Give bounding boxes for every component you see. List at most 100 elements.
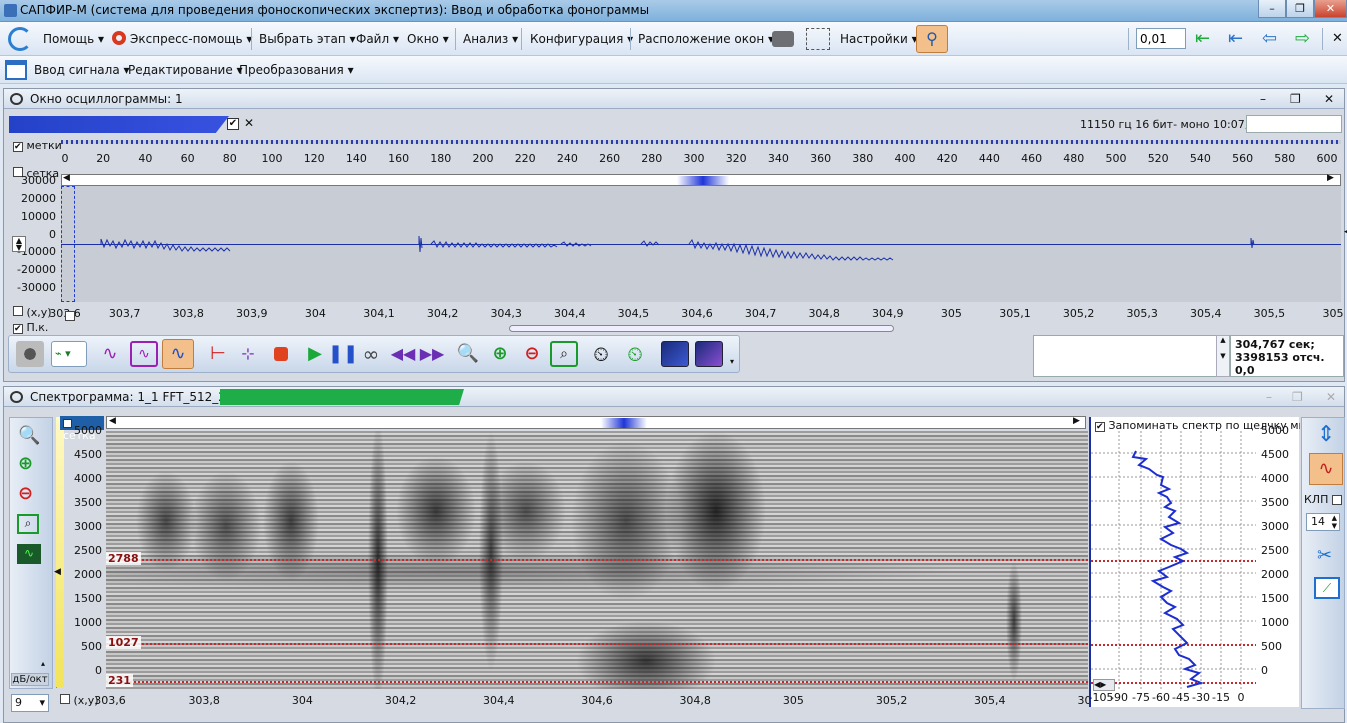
channel-checkbox[interactable]: ✔: [227, 118, 239, 130]
step-left-icon[interactable]: ⇦: [1262, 28, 1277, 49]
osc-close-icon[interactable]: ✕: [1324, 89, 1334, 109]
zoom-select-icon[interactable]: ⌕: [550, 341, 578, 367]
menu-file[interactable]: Файл ▾: [356, 32, 399, 46]
spec-close-icon[interactable]: ✕: [1326, 387, 1336, 407]
menu-analysis[interactable]: Анализ ▾: [463, 32, 518, 46]
vertical-arrows-icon[interactable]: ⇕: [1317, 422, 1335, 447]
close-toolbar-icon[interactable]: ✕: [1332, 31, 1343, 46]
stop-icon[interactable]: [274, 347, 288, 361]
menu-configuration[interactable]: Конфигурация ▾: [530, 32, 633, 46]
scroll-right-icon[interactable]: ▶: [1327, 173, 1334, 183]
zoom-fit-icon[interactable]: 🔍: [454, 341, 482, 367]
go-start-icon[interactable]: ⇤: [1195, 28, 1210, 49]
chart-export-icon[interactable]: ⟋: [1314, 577, 1340, 599]
menu-express-help[interactable]: Экспресс-помощь ▾: [130, 32, 252, 46]
menu-editing[interactable]: Редактирование ▾: [128, 63, 243, 77]
step-right-icon[interactable]: ⇨: [1295, 28, 1310, 49]
info-field[interactable]: [1246, 115, 1342, 133]
time-tick-label: 305: [1322, 307, 1344, 320]
marker-add-icon[interactable]: ⊹: [234, 341, 262, 367]
chart-settings-icon[interactable]: [695, 341, 723, 367]
clock-icon[interactable]: ⏲: [587, 341, 615, 367]
spec-zoom-in-icon[interactable]: ⊕: [18, 453, 33, 474]
wave-view-icon[interactable]: ∿: [96, 341, 124, 367]
channel-close-icon[interactable]: ✕: [244, 116, 254, 130]
menu-settings[interactable]: Настройки ▾: [840, 32, 918, 46]
spec-zoom-select-icon[interactable]: ⌕: [17, 514, 39, 534]
slice-scroll[interactable]: ◀▶: [1093, 679, 1115, 691]
lifebuoy-icon: [112, 31, 126, 45]
marker-icon[interactable]: ⊢: [204, 341, 232, 367]
spec-time-tick-label: 305: [782, 694, 804, 707]
scissors-icon[interactable]: ✂: [1317, 545, 1332, 566]
zoom-out-icon[interactable]: ⊖: [518, 341, 546, 367]
spectrum-view-icon[interactable]: ∿: [1309, 453, 1343, 485]
menu-signal-input[interactable]: Ввод сигнала ▾: [34, 63, 130, 77]
clock-check-icon[interactable]: ⏲: [621, 341, 649, 367]
unit-select[interactable]: 9 ▾: [11, 694, 49, 712]
wave-active-icon[interactable]: ∿: [162, 339, 194, 369]
restore-icon[interactable]: ❐: [1286, 0, 1314, 18]
waveform-area[interactable]: [61, 186, 1341, 302]
step-value-input[interactable]: [1136, 28, 1186, 49]
osc-restore-icon[interactable]: ❐: [1290, 89, 1301, 109]
channel-selector[interactable]: [9, 116, 229, 133]
scroll-thumb[interactable]: [677, 176, 729, 185]
chart-view-icon[interactable]: [661, 341, 689, 367]
menu-help[interactable]: Помощь ▾: [43, 32, 104, 46]
link-toggle-icon[interactable]: ⚲: [916, 25, 948, 53]
time-tick-label: 303,9: [236, 307, 268, 320]
spec-scrollbar[interactable]: ◀ ▶: [106, 416, 1086, 429]
marker-label-231: 231: [106, 674, 133, 687]
spec-scroll-thumb[interactable]: [601, 418, 647, 428]
pause-icon[interactable]: ❚❚: [328, 341, 358, 367]
spec-minimize-icon[interactable]: –: [1266, 387, 1272, 407]
menu-window-layout[interactable]: Расположение окон ▾: [638, 32, 774, 46]
menu-transforms[interactable]: Преобразования ▾: [239, 63, 354, 77]
camera-region-icon[interactable]: [806, 28, 830, 50]
palette-arrow-icon[interactable]: ◀: [54, 567, 61, 577]
note-scroll[interactable]: ▲ ▼: [1216, 335, 1230, 377]
wave-grid-icon[interactable]: ∿: [130, 341, 158, 367]
osc-minimize-icon[interactable]: –: [1260, 89, 1266, 109]
marks-toggle[interactable]: ✔ метки: [13, 139, 62, 152]
loop-icon[interactable]: ∞: [357, 341, 385, 367]
spec-scroll-left-icon[interactable]: ◀: [109, 416, 116, 426]
refresh-icon[interactable]: [8, 27, 32, 51]
klp-input[interactable]: 14 ▲ ▼: [1306, 513, 1340, 531]
spec-xy-toggle[interactable]: (x,y): [60, 694, 99, 707]
osc-h-scroll[interactable]: [509, 325, 894, 332]
spec-scroll-right-icon[interactable]: ▶: [1073, 416, 1080, 426]
spec-zoom-out-icon[interactable]: ⊖: [18, 483, 33, 504]
pk-toggle[interactable]: ✔ П.к.: [13, 321, 48, 334]
spec-wave-icon[interactable]: ∿: [17, 544, 41, 564]
rewind-icon[interactable]: ◀◀: [389, 341, 417, 367]
menu-select-stage[interactable]: Выбрать этап ▾: [259, 32, 356, 46]
channel-combo[interactable]: ⌁ ▾: [51, 341, 87, 367]
note-field[interactable]: [1033, 335, 1218, 377]
speaker-icon[interactable]: [16, 341, 44, 367]
camera-icon[interactable]: [772, 31, 794, 47]
db-axis: -105 -90 -75 -60 -45 -30 -15 0: [1089, 691, 1256, 705]
minimize-icon[interactable]: –: [1258, 0, 1286, 18]
scroll-left-icon[interactable]: ◀: [63, 173, 70, 183]
window-eye-icon: [10, 391, 23, 403]
top-tick-label: 360: [810, 152, 832, 165]
toolbar-overflow-icon[interactable]: ▾: [730, 357, 734, 366]
forward-icon[interactable]: ▶▶: [418, 341, 446, 367]
menu-window[interactable]: Окно ▾: [407, 32, 449, 46]
amp-spinner[interactable]: ▲ ▼: [12, 236, 26, 252]
spec-zoom-fit-icon[interactable]: 🔍: [18, 425, 40, 446]
xy-toggle[interactable]: (x,y): [13, 306, 52, 319]
spec-restore-icon[interactable]: ❐: [1292, 387, 1303, 407]
spec-collapse-icon[interactable]: ▴: [41, 659, 45, 668]
go-left-icon[interactable]: ⇤: [1228, 28, 1243, 49]
play-icon[interactable]: ▶: [301, 341, 329, 367]
spec-y-axis: 5000 4500 4000 3500 3000 2500 2000 1500 1000 500 0: [64, 424, 104, 693]
zoom-in-icon[interactable]: ⊕: [486, 341, 514, 367]
spectrogram-image[interactable]: 2788 1027 231: [106, 431, 1088, 689]
osc-small-checkbox[interactable]: [65, 311, 75, 321]
top-tick-label: 320: [725, 152, 747, 165]
close-icon[interactable]: ✕: [1314, 0, 1347, 18]
scrollbar-top[interactable]: ◀ ▶: [61, 173, 1341, 186]
